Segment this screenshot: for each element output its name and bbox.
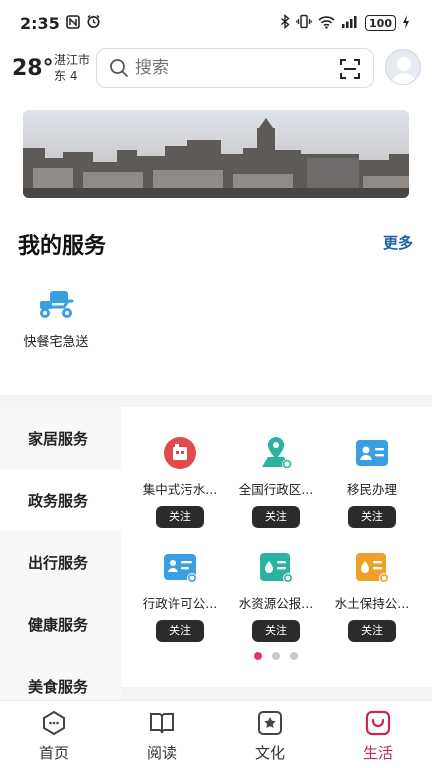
category-area: 家居服务 政务服务 出行服务 健康服务 美食服务 集中式污水... 关注 全国行… <box>0 395 432 717</box>
search-box[interactable] <box>96 48 374 88</box>
search-input[interactable] <box>135 58 305 78</box>
follow-button[interactable]: 关注 <box>252 620 300 642</box>
category-label: 美食服务 <box>28 677 89 696</box>
nav-label: 文化 <box>254 744 285 762</box>
status-left: 2:35 <box>20 14 101 33</box>
charging-icon <box>402 14 410 32</box>
nav-label: 阅读 <box>146 744 177 762</box>
service-item[interactable]: 水土保持公... 关注 <box>324 549 420 642</box>
category-label: 政务服务 <box>28 491 89 510</box>
license-icon <box>162 549 198 585</box>
category-list: 家居服务 政务服务 出行服务 健康服务 美食服务 <box>0 407 121 717</box>
more-link[interactable]: 更多 <box>383 232 413 253</box>
culture-icon <box>257 710 283 736</box>
scan-icon[interactable] <box>339 58 361 80</box>
service-item[interactable]: 全国行政区... 关注 <box>228 435 324 528</box>
nav-home[interactable]: 首页 <box>0 701 108 768</box>
service-label: 水土保持公... <box>334 596 410 611</box>
bottom-nav: 首页 阅读 文化 生活 <box>0 700 432 768</box>
follow-button[interactable]: 关注 <box>252 506 300 528</box>
nfc-icon <box>65 14 80 32</box>
service-item[interactable]: 行政许可公... 关注 <box>132 549 228 642</box>
service-label: 行政许可公... <box>142 596 218 611</box>
map-pin-icon <box>258 435 294 471</box>
status-bar: 2:35 100 <box>0 0 432 46</box>
nav-culture[interactable]: 文化 <box>216 701 324 768</box>
city-name: 湛江市 <box>54 53 91 67</box>
nav-life[interactable]: 生活 <box>324 701 432 768</box>
avatar[interactable] <box>385 49 421 85</box>
category-label: 家居服务 <box>28 429 89 448</box>
page-indicator <box>254 652 298 660</box>
service-grid: 集中式污水... 关注 全国行政区... 关注 移民办理 关注 行政许可公...… <box>121 407 432 687</box>
header: 28° 湛江市 东 4 <box>0 46 432 90</box>
follow-button[interactable]: 关注 <box>156 506 204 528</box>
category-home[interactable]: 家居服务 <box>0 407 121 469</box>
category-health[interactable]: 健康服务 <box>0 593 121 655</box>
follow-button[interactable]: 关注 <box>348 506 396 528</box>
wifi-icon <box>318 15 335 32</box>
scooter-icon <box>36 285 76 321</box>
follow-button[interactable]: 关注 <box>348 620 396 642</box>
temperature: 28° <box>12 56 54 81</box>
page-dot[interactable] <box>290 652 298 660</box>
alarm-icon <box>86 14 101 32</box>
home-icon <box>41 710 67 736</box>
sewage-icon <box>162 435 198 471</box>
battery-indicator: 100 <box>365 15 396 31</box>
battery-level: 100 <box>369 16 392 30</box>
status-time: 2:35 <box>20 13 60 33</box>
bluetooth-icon <box>280 13 290 32</box>
service-label: 移民办理 <box>346 482 397 497</box>
nav-label: 生活 <box>362 744 393 762</box>
service-label: 水资源公报... <box>238 596 314 611</box>
category-label: 出行服务 <box>28 553 89 572</box>
wind-info: 东 4 <box>54 69 78 83</box>
my-services-title: 我的服务 <box>18 234 107 259</box>
search-icon <box>109 58 129 78</box>
soil-report-icon <box>354 549 390 585</box>
service-item[interactable]: 移民办理 关注 <box>324 435 420 528</box>
vibrate-icon <box>296 14 312 32</box>
nav-read[interactable]: 阅读 <box>108 701 216 768</box>
page-dot-active[interactable] <box>254 652 262 660</box>
city-banner-image[interactable] <box>23 110 409 198</box>
category-government[interactable]: 政务服务 <box>0 469 121 531</box>
category-label: 健康服务 <box>28 615 89 634</box>
status-right: 100 <box>280 13 410 32</box>
my-service-item[interactable]: 快餐宅急送 <box>20 285 92 350</box>
category-travel[interactable]: 出行服务 <box>0 531 121 593</box>
weather-location[interactable]: 湛江市 东 4 <box>54 52 90 84</box>
signal-icon <box>341 15 359 31</box>
service-item[interactable]: 水资源公报... 关注 <box>228 549 324 642</box>
my-service-label: 快餐宅急送 <box>23 335 89 350</box>
service-item[interactable]: 集中式污水... 关注 <box>132 435 228 528</box>
book-icon <box>149 710 175 736</box>
follow-button[interactable]: 关注 <box>156 620 204 642</box>
water-report-icon <box>258 549 294 585</box>
service-label: 全国行政区... <box>238 482 314 497</box>
nav-label: 首页 <box>38 744 69 762</box>
id-card-icon <box>354 435 390 471</box>
life-icon <box>365 710 391 736</box>
page-dot[interactable] <box>272 652 280 660</box>
service-label: 集中式污水... <box>142 482 218 497</box>
